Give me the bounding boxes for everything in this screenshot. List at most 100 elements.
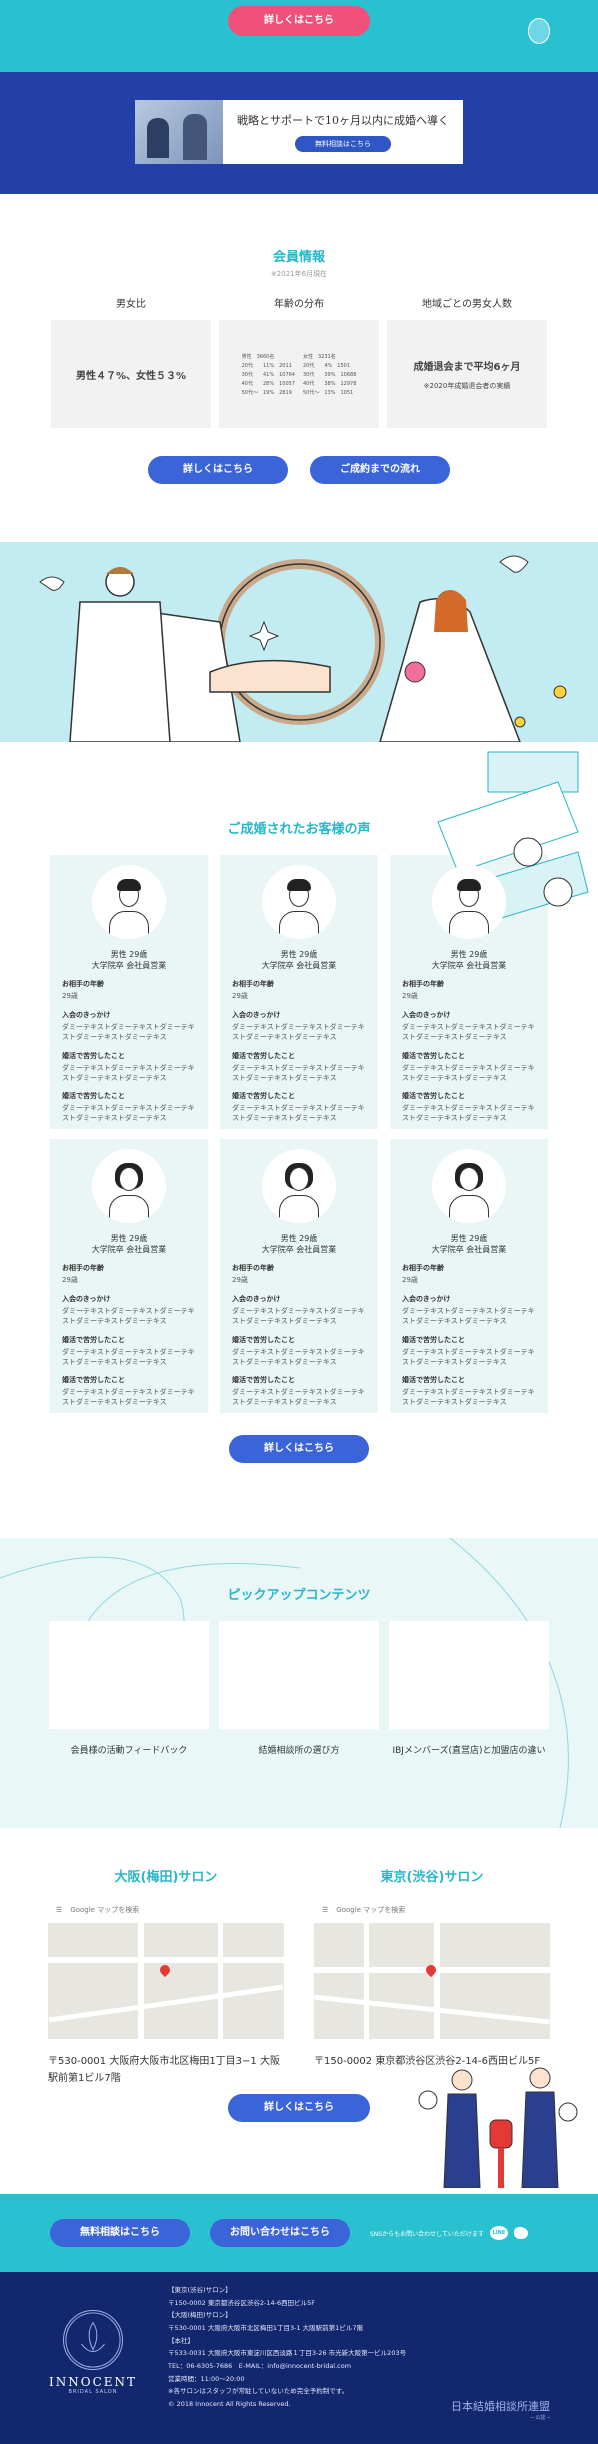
age-table: 男性 3660名 女性 3231名 20代 11% 2011 20代 4% 15… xyxy=(242,353,357,396)
footer-line: 営業時間：11:00〜20:00 xyxy=(168,2374,245,2383)
testimonials-detail-button[interactable]: 詳しくはこちら xyxy=(229,1435,369,1463)
footer-info: 【東京(渋谷)サロン】 〒150-0002 東京都渋谷区渋谷2-14-6西田ビル… xyxy=(168,2284,406,2411)
age-distribution-column: 年齢の分布 男性 3660名 女性 3231名 20代 11% 2011 20代… xyxy=(219,295,379,428)
region-column: 地域ごとの男女人数 成婚退会まで平均6ヶ月 ※2020年成婚退会者の実績 xyxy=(387,295,547,428)
banner-headline: 戦略とサポートで10ヶ月以内に成婚へ導く xyxy=(237,114,449,127)
sns-text: SNSからもお問い合わせしていただけます xyxy=(370,2230,484,2238)
age-row: 30代 41% 10764 xyxy=(241,371,295,378)
testimonial-value: ダミーテキストダミーテキストダミーテキストダミーテキストダミーテキス xyxy=(402,1307,535,1325)
member-info-section: 会員情報 ※2021年6月現在 男女比 男性４７%、女性５３% 年齢の分布 男性… xyxy=(0,194,598,542)
contact-button[interactable]: お問い合わせはこちら xyxy=(210,2219,350,2247)
testimonial-label: お相手の年齢 xyxy=(62,980,104,989)
consult-banner[interactable]: 戦略とサポートで10ヶ月以内に成婚へ導く 無料相談はこちら xyxy=(135,100,463,164)
testimonial-value: ダミーテキストダミーテキストダミーテキストダミーテキストダミーテキス xyxy=(62,1347,195,1366)
pickup-caption[interactable]: 会員様の活動フィードバック xyxy=(49,1743,209,1756)
testimonial-label: お相手の年齢 xyxy=(402,1264,444,1273)
member-info-subtitle: ※2021年6月現在 xyxy=(270,270,328,278)
testimonial-value: ダミーテキストダミーテキストダミーテキストダミーテキストダミーテキス xyxy=(62,1307,195,1325)
age-distribution-heading: 年齢の分布 xyxy=(274,299,324,310)
tokyo-map[interactable]: ☰ Google マップを検索 xyxy=(314,1897,550,2039)
flow-button[interactable]: ご成約までの流れ xyxy=(310,456,450,484)
testimonial-value: ダミーテキストダミーテキストダミーテキストダミーテキストダミーテキス xyxy=(232,1104,365,1123)
free-consult-button[interactable]: 無料相談はこちら xyxy=(50,2219,190,2247)
gender-ratio-value: 男性４７%、女性５３% xyxy=(75,370,187,382)
footer-line: 【大阪(梅田)サロン】 xyxy=(168,2311,232,2320)
testimonial-label: 婚活で苦労したこと xyxy=(62,1092,125,1101)
renmei-badge: 日本結婚相談所連盟 ─ 公認 ─ xyxy=(451,2398,550,2421)
testimonial-label: お相手の年齢 xyxy=(232,980,274,989)
pickup-item[interactable]: 結婚相談所の選び方 xyxy=(219,1621,379,1756)
testimonial-who: 男性 29歳 xyxy=(280,1234,318,1243)
testimonial-label: 婚活で苦労したこと xyxy=(402,1376,465,1385)
testimonial-label: 婚活で苦労したこと xyxy=(232,1335,295,1344)
testimonial-value: 29歳 xyxy=(402,992,418,1001)
logo-name: INNOCENT xyxy=(48,2375,138,2389)
pickup-item[interactable]: IBJメンバーズ(直営店)と加盟店の違い xyxy=(389,1621,549,1756)
banner-band: 戦略とサポートで10ヶ月以内に成婚へ導く 無料相談はこちら xyxy=(0,72,598,194)
testimonial-card: 男性 29歳 大学院卒 会社員営業 お相手の年齢 29歳 入会のきっかけ ダミー… xyxy=(50,1139,208,1413)
testimonial-label: お相手の年齢 xyxy=(232,1264,274,1273)
osaka-map[interactable]: ☰ Google マップを検索 xyxy=(48,1897,284,2039)
testimonial-job: 大学院卒 会社員営業 xyxy=(431,1245,507,1255)
logo-emblem-icon xyxy=(63,2310,123,2370)
pickup-caption[interactable]: IBJメンバーズ(直営店)と加盟店の違い xyxy=(389,1743,549,1756)
testimonial-value: ダミーテキストダミーテキストダミーテキストダミーテキストダミーテキス xyxy=(62,1063,195,1082)
banner-button[interactable]: 無料相談はこちら xyxy=(295,136,391,152)
members-detail-button[interactable]: 詳しくはこちら xyxy=(148,456,288,484)
testimonial-label: 婚活で苦労したこと xyxy=(402,1335,465,1344)
osaka-salon-title: 大阪(梅田)サロン xyxy=(114,1870,218,1885)
pickup-thumbnail[interactable] xyxy=(49,1621,209,1729)
testimonial-label: 入会のきっかけ xyxy=(402,1295,451,1304)
testimonial-label: 婚活で苦労したこと xyxy=(62,1335,125,1344)
twitter-icon[interactable] xyxy=(513,2227,528,2239)
pickup-thumbnail[interactable] xyxy=(219,1621,379,1729)
testimonial-who: 男性 29歳 xyxy=(110,950,148,959)
osaka-salon: 大阪(梅田)サロン ☰ Google マップを検索 〒530-0001 大阪府大阪… xyxy=(48,1866,284,2087)
cta-band: 無料相談はこちら お問い合わせはこちら SNSからもお問い合わせしていただけます… xyxy=(0,2194,598,2272)
banner-photo xyxy=(135,100,223,164)
age-row: 20代 11% 2011 xyxy=(241,362,292,369)
testimonial-label: 婚活で苦労したこと xyxy=(402,1092,465,1101)
testimonial-value: 29歳 xyxy=(402,1276,418,1285)
testimonial-value: ダミーテキストダミーテキストダミーテキストダミーテキストダミーテキス xyxy=(402,1023,535,1041)
map-search-input[interactable]: Google マップを検索 xyxy=(336,1905,405,1915)
testimonial-label: 婚活で苦労したこと xyxy=(402,1051,465,1060)
line-icon[interactable]: LINE xyxy=(489,2226,508,2240)
top-detail-button[interactable]: 詳しくはこちら xyxy=(228,6,370,36)
age-row: 40代 38% 12978 xyxy=(303,380,357,387)
map-search-input[interactable]: Google マップを検索 xyxy=(70,1905,139,1915)
age-row: 50代〜 13% 1051 xyxy=(303,389,354,396)
pickup-item[interactable]: 会員様の活動フィードバック xyxy=(49,1621,209,1756)
innocent-logo[interactable]: INNOCENT BRIDAL SALON xyxy=(48,2310,138,2395)
businessmen-illustration xyxy=(418,2067,578,2188)
salons-detail-button[interactable]: 詳しくはこちら xyxy=(228,2094,370,2122)
testimonial-job: 大学院卒 会社員営業 xyxy=(91,1245,167,1255)
menu-icon[interactable]: ☰ xyxy=(322,1906,328,1914)
testimonials-section: ご成婚されたお客様の声 男性 29歳 大学院卒 会社員営業 お相手の年齢 29歳… xyxy=(0,742,598,1538)
testimonial-label: 入会のきっかけ xyxy=(402,1011,451,1020)
menu-icon[interactable]: ☰ xyxy=(56,1906,62,1914)
balloon-icon xyxy=(528,18,550,44)
pickup-thumbnail[interactable] xyxy=(389,1621,549,1729)
testimonial-value: ダミーテキストダミーテキストダミーテキストダミーテキストダミーテキス xyxy=(232,1347,365,1366)
age-row: 20代 4% 1501 xyxy=(303,362,351,369)
testimonial-who: 男性 29歳 xyxy=(110,1234,148,1243)
testimonial-who: 男性 29歳 xyxy=(450,950,488,959)
pickup-caption[interactable]: 結婚相談所の選び方 xyxy=(219,1743,379,1756)
testimonial-value: ダミーテキストダミーテキストダミーテキストダミーテキストダミーテキス xyxy=(62,1388,195,1407)
gender-ratio-column: 男女比 男性４７%、女性５３% xyxy=(51,295,211,428)
testimonial-who: 男性 29歳 xyxy=(450,1234,488,1243)
footer-line: 〒533-0031 大阪府大阪市東淀川区西淡路１丁目3-26 市光新大阪第一ビル… xyxy=(168,2349,407,2358)
testimonial-label: 入会のきっかけ xyxy=(62,1011,111,1020)
pickup-section: ピックアップコンテンツ 会員様の活動フィードバック 結婚相談所の選び方 IBJメ… xyxy=(0,1538,598,1828)
testimonial-card: 男性 29歳 大学院卒 会社員営業 お相手の年齢 29歳 入会のきっかけ ダミー… xyxy=(50,855,208,1129)
tokyo-salon-title: 東京(渋谷)サロン xyxy=(380,1870,484,1885)
testimonial-card: 男性 29歳 大学院卒 会社員営業 お相手の年齢 29歳 入会のきっかけ ダミー… xyxy=(220,1139,378,1413)
gender-ratio-heading: 男女比 xyxy=(116,299,146,310)
testimonial-value: ダミーテキストダミーテキストダミーテキストダミーテキストダミーテキス xyxy=(62,1023,195,1041)
region-value: 成婚退会まで平均6ヶ月 xyxy=(413,361,521,373)
logo-subtitle: BRIDAL SALON xyxy=(68,2389,118,2395)
age-female-head: 女性 3231名 xyxy=(303,353,336,360)
male-avatar-icon xyxy=(262,865,336,939)
testimonial-card: 男性 29歳 大学院卒 会社員営業 お相手の年齢 29歳 入会のきっかけ ダミー… xyxy=(390,1139,548,1413)
